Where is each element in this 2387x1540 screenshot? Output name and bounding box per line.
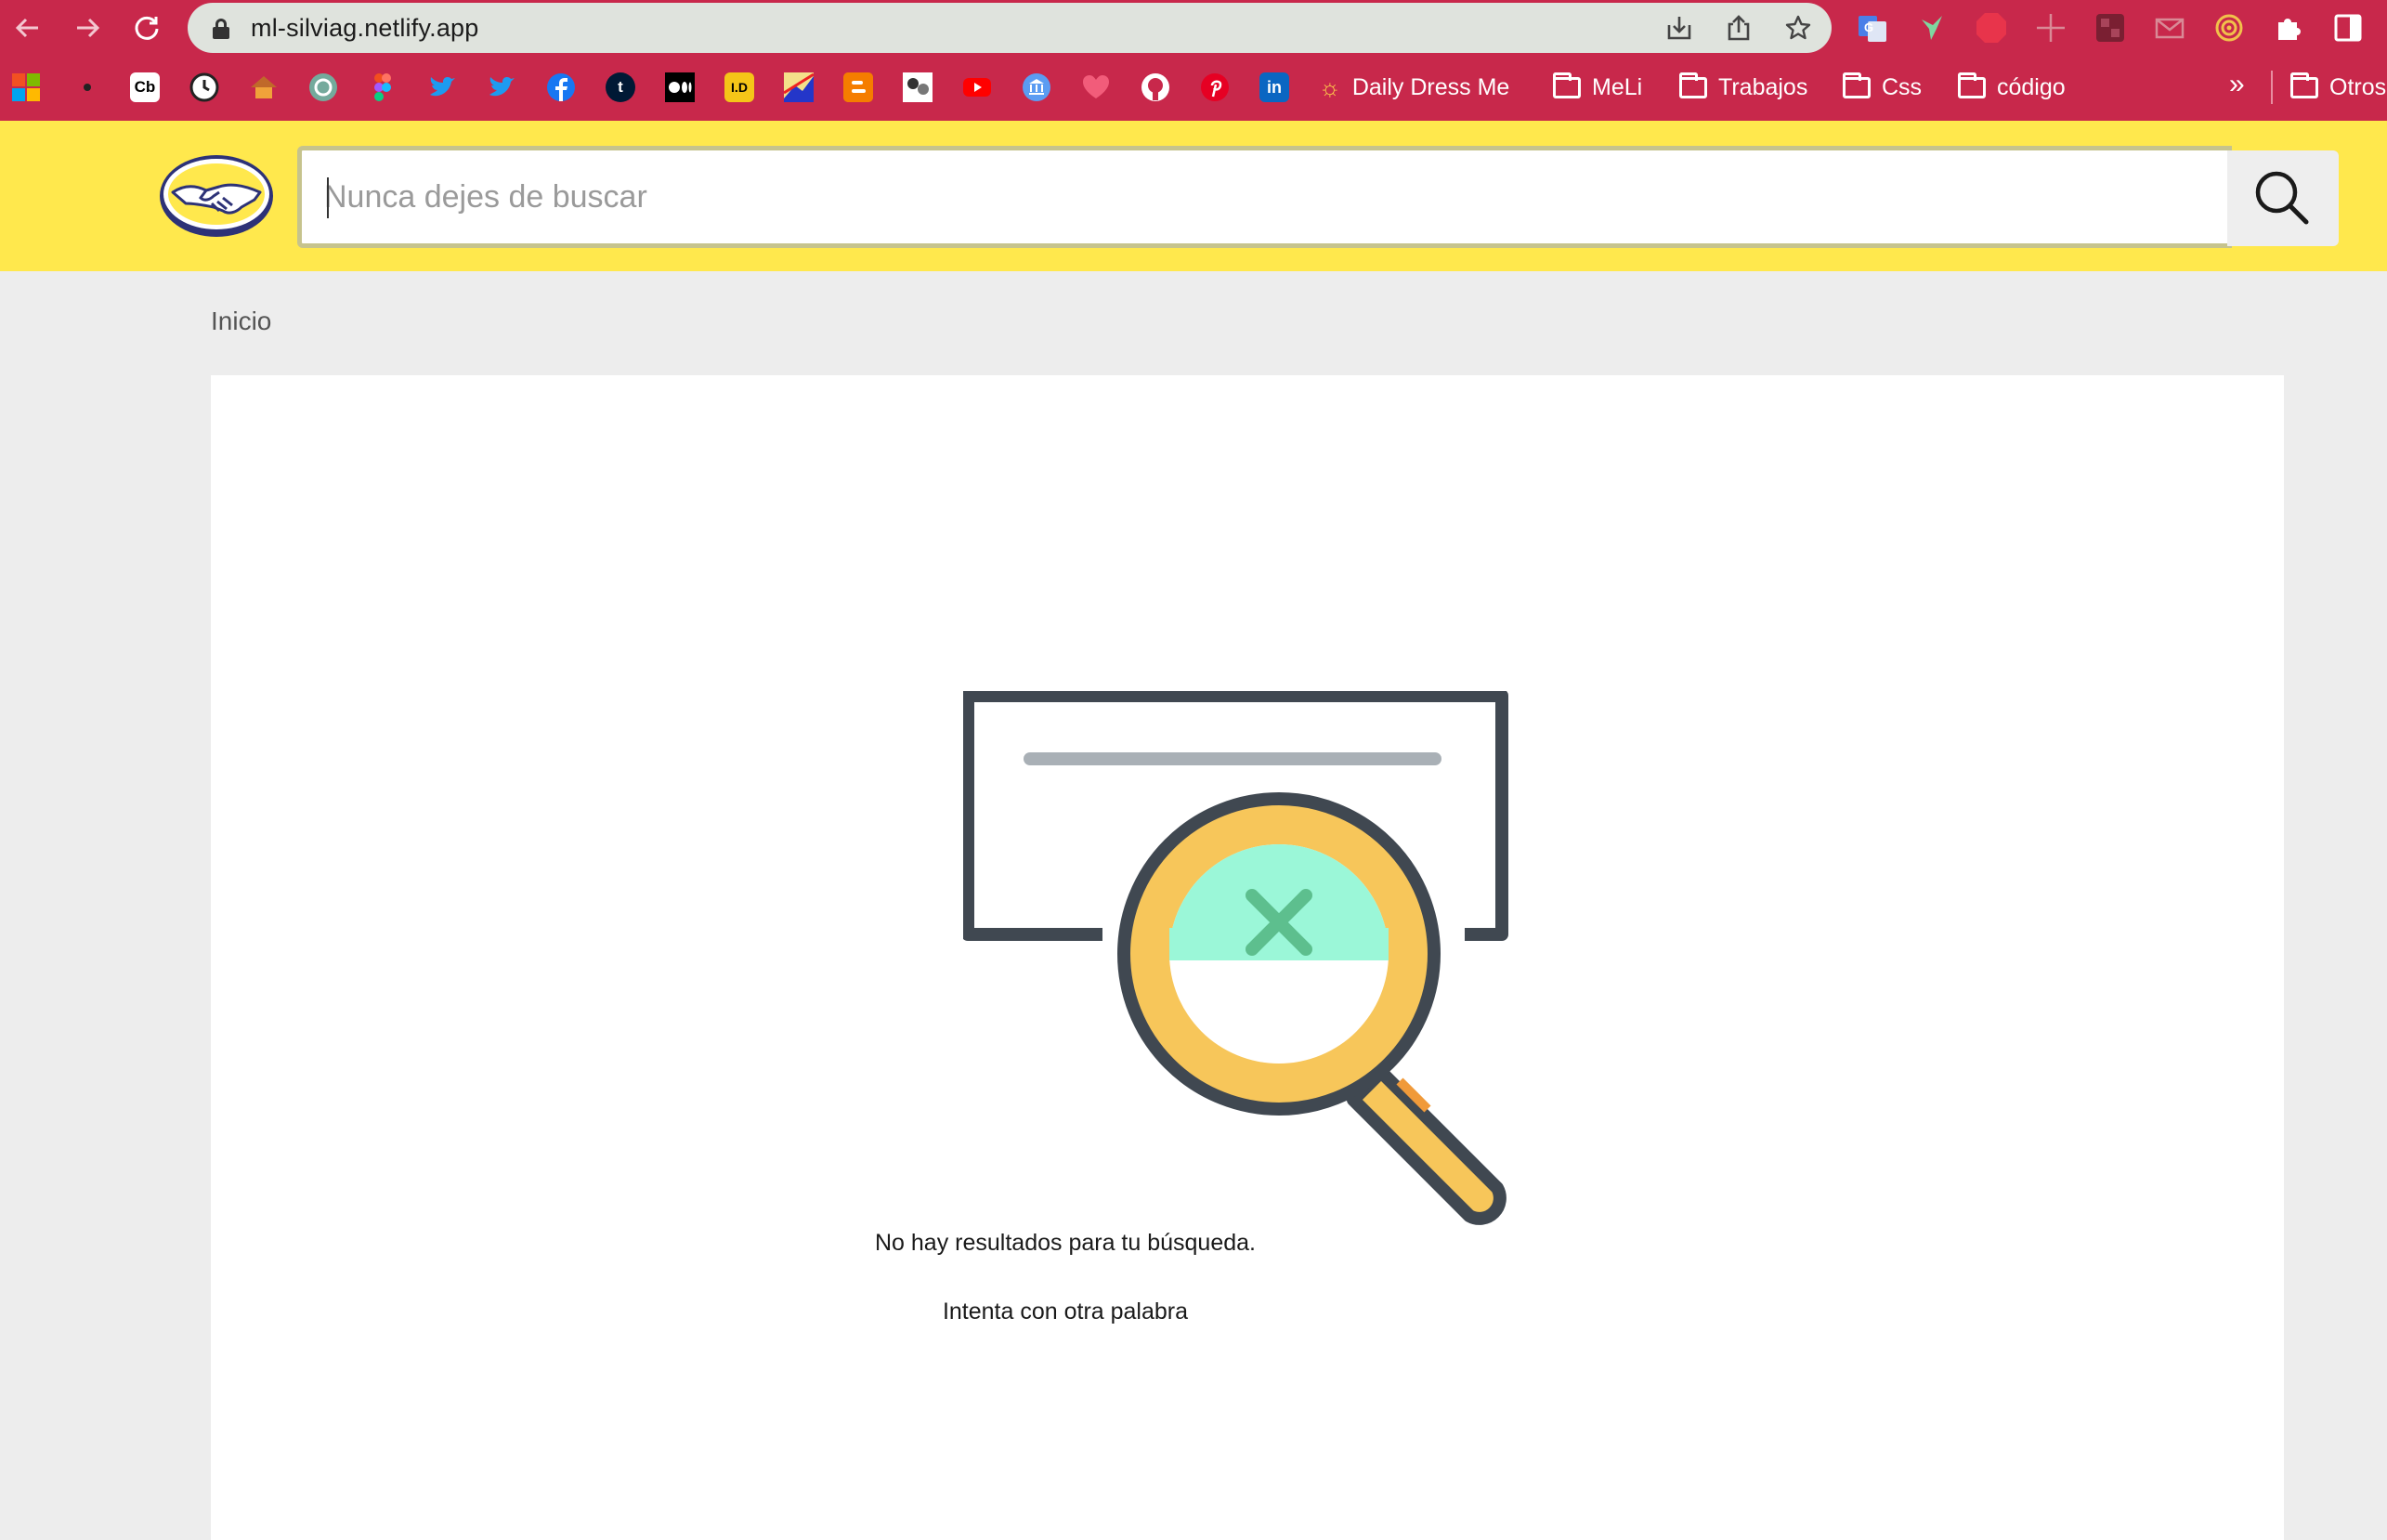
hut-icon[interactable] xyxy=(249,72,279,102)
search-icon xyxy=(2255,171,2309,224)
no-results-title: No hay resultados para tu búsqueda. xyxy=(875,1230,1256,1256)
install-app-button[interactable] xyxy=(1663,11,1696,45)
twitter-icon[interactable] xyxy=(427,72,457,102)
mercado-libre-logo[interactable] xyxy=(158,153,275,239)
bookmark-folder-trabajos[interactable]: Trabajos xyxy=(1679,71,1807,104)
side-panel-button[interactable] xyxy=(2329,9,2367,46)
puzzle-icon xyxy=(2278,19,2301,40)
results-card: No hay resultados para tu búsqueda. Inte… xyxy=(211,375,2284,1540)
adblock-plus-extension[interactable] xyxy=(1973,9,2010,46)
folder-icon xyxy=(1843,72,1871,98)
share-button[interactable] xyxy=(1722,11,1755,45)
cb-bookmark-icon[interactable]: Cb xyxy=(130,72,160,102)
bookmark-folder-css[interactable]: Css xyxy=(1843,71,1922,104)
extensions-button[interactable] xyxy=(2270,9,2307,46)
text-caret xyxy=(327,177,329,218)
folder-label: código xyxy=(1997,73,2066,100)
bookmark-folder-codigo[interactable]: código xyxy=(1958,71,2066,104)
target-icon xyxy=(2215,14,2243,42)
bookmark-folder-otros[interactable]: Otros xyxy=(2290,71,2386,104)
reload-button[interactable] xyxy=(126,7,167,48)
bookmark-daily-dress[interactable]: ☼ Daily Dress Me xyxy=(1319,71,1509,104)
search-box[interactable] xyxy=(297,146,2232,248)
site-header xyxy=(0,121,2387,271)
bookmarks-divider xyxy=(2271,71,2273,104)
search-input[interactable] xyxy=(302,150,2227,243)
arrow-right-icon xyxy=(77,18,100,38)
no-results-illustration xyxy=(963,691,1508,1225)
browser-chrome: ml-silviag.netlify.app G Cb t I.D in ☼ D… xyxy=(0,0,2387,121)
bank-icon[interactable] xyxy=(1022,72,1051,102)
tumblr-icon[interactable]: t xyxy=(606,72,635,102)
bookmark-folder-meli[interactable]: MeLi xyxy=(1553,71,1642,104)
svg-text:G: G xyxy=(1864,20,1873,34)
crosshair-icon xyxy=(2037,14,2065,42)
address-bar[interactable]: ml-silviag.netlify.app xyxy=(188,3,1832,53)
bookmarks-overflow-button[interactable]: » xyxy=(2229,69,2245,100)
sun-icon: ☼ xyxy=(1319,72,1341,101)
reload-icon xyxy=(135,16,159,40)
folder-label: MeLi xyxy=(1592,73,1643,100)
star-icon xyxy=(1785,15,1811,40)
mail-icon xyxy=(2155,18,2185,39)
folder-label: Otros xyxy=(2329,73,2387,100)
ruler-extension[interactable] xyxy=(2032,9,2069,46)
heart-icon[interactable] xyxy=(1081,72,1111,102)
lock-icon[interactable] xyxy=(212,19,230,39)
bookmark-star-button[interactable] xyxy=(1781,11,1815,45)
url-text: ml-silviag.netlify.app xyxy=(251,14,479,42)
folder-label: Trabajos xyxy=(1718,73,1808,100)
twitter-icon-2[interactable] xyxy=(487,72,516,102)
google-translate-extension[interactable]: G xyxy=(1854,9,1891,46)
download-icon xyxy=(1667,17,1691,40)
openai-icon[interactable] xyxy=(308,72,338,102)
share-icon xyxy=(1728,15,1750,41)
no-results-subtitle: Intenta con otra palabra xyxy=(942,1299,1189,1325)
medium-icon[interactable] xyxy=(665,72,695,102)
id-icon[interactable]: I.D xyxy=(724,72,754,102)
comic-icon[interactable] xyxy=(903,72,933,102)
translate-icon: G xyxy=(1859,16,1886,42)
target-extension[interactable] xyxy=(2211,9,2248,46)
github-icon[interactable] xyxy=(1141,72,1170,102)
chart-icon[interactable] xyxy=(784,72,814,102)
folder-icon xyxy=(2290,72,2318,98)
grid-app-icon xyxy=(2096,14,2124,42)
folder-icon xyxy=(1679,72,1707,98)
arrow-left-icon xyxy=(15,18,38,38)
clock-icon[interactable] xyxy=(189,72,219,102)
pinterest-icon[interactable] xyxy=(1200,72,1230,102)
mail-extension[interactable] xyxy=(2151,9,2188,46)
bird-icon xyxy=(1922,16,1942,40)
adblock-icon xyxy=(1976,13,2006,43)
search-button[interactable] xyxy=(2227,150,2339,246)
forward-button[interactable] xyxy=(67,7,108,48)
side-panel-icon xyxy=(2334,14,2362,42)
figma-icon[interactable] xyxy=(368,72,398,102)
bookmarks-bar: Cb t I.D in ☼ Daily Dress Me MeLi Trabaj… xyxy=(0,58,2387,117)
bookmark-label: Daily Dress Me xyxy=(1351,73,1510,100)
breadcrumb-home[interactable]: Inicio xyxy=(211,307,271,336)
youtube-icon[interactable] xyxy=(962,72,992,102)
windows-apps-icon[interactable] xyxy=(11,72,41,102)
folder-icon xyxy=(1553,72,1581,98)
hummingbird-extension[interactable] xyxy=(1913,9,1950,46)
dot-icon[interactable] xyxy=(72,72,102,102)
dark-extension[interactable] xyxy=(2092,9,2129,46)
browser-toolbar: ml-silviag.netlify.app G xyxy=(0,0,2387,56)
blogger-icon[interactable] xyxy=(843,72,873,102)
linkedin-icon[interactable]: in xyxy=(1259,72,1289,102)
folder-icon xyxy=(1958,72,1986,98)
folder-label: Css xyxy=(1882,73,1923,100)
back-button[interactable] xyxy=(7,7,48,48)
facebook-icon[interactable] xyxy=(546,72,576,102)
